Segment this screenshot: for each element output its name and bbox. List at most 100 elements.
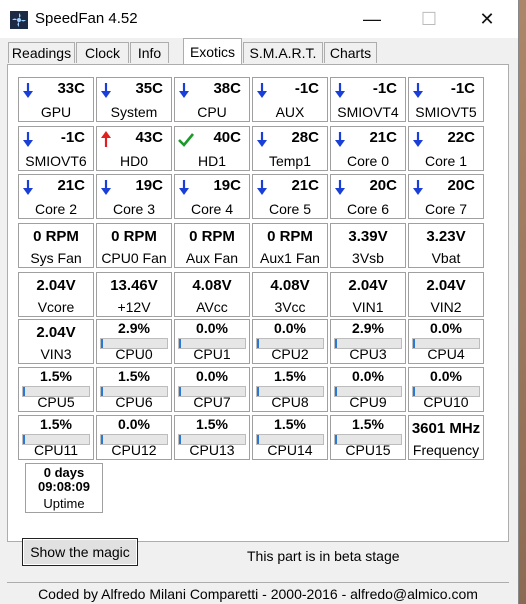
temp-label: System (110, 104, 158, 120)
temp-label: Core 7 (424, 201, 468, 217)
temp-value: 19C (213, 177, 241, 194)
temp-cell: 43C HD0 (96, 126, 172, 171)
temp-value: 35C (135, 80, 163, 97)
temp-cell: 19C Core 4 (174, 174, 250, 219)
arrow-down-icon (179, 83, 189, 98)
title-bar[interactable]: SpeedFan 4.52 — ☐ ✕ (0, 0, 518, 38)
maximize-button[interactable]: ☐ (400, 0, 458, 38)
temp-cell: 19C Core 3 (96, 174, 172, 219)
uptime-cell: 0 days 09:08:09 Uptime (25, 463, 103, 513)
temp-cell: 20C Core 7 (408, 174, 484, 219)
uptime-time: 09:08:09 (37, 479, 91, 494)
cpu-usage-value: 2.9% (118, 320, 150, 336)
cpu-usage-cell: 0.0% CPU12 (96, 415, 172, 460)
tab-charts[interactable]: Charts (324, 42, 377, 63)
checkmark-icon (178, 133, 194, 147)
temp-value: -1C (60, 129, 85, 146)
voltage-label: Vcore (37, 299, 75, 315)
cpu-usage-value: 0.0% (196, 368, 228, 384)
cpu-usage-label: CPU6 (115, 394, 153, 410)
cpu-usage-cell: 2.9% CPU0 (96, 319, 172, 364)
arrow-down-icon (413, 180, 423, 195)
voltage-value: 13.46V (110, 277, 158, 294)
temp-value: 40C (213, 129, 241, 146)
temp-cell: 22C Core 1 (408, 126, 484, 171)
voltage-label: +12V (117, 299, 151, 315)
arrow-down-icon (413, 132, 423, 147)
cpu-usage-cell: 1.5% CPU6 (96, 367, 172, 412)
cpu-usage-value: 0.0% (274, 320, 306, 336)
temp-value: 21C (57, 177, 85, 194)
fan-cell: 0 RPM Sys Fan (18, 223, 94, 268)
cpu-usage-label: CPU5 (37, 394, 75, 410)
fan-cell: 3.39V 3Vsb (330, 223, 406, 268)
temp-value: -1C (294, 80, 319, 97)
temp-value: 19C (135, 177, 163, 194)
cpu-usage-value: 1.5% (40, 368, 72, 384)
fan-label: Sys Fan (30, 250, 82, 266)
temp-cell: -1C SMIOVT4 (330, 77, 406, 122)
temp-cell: -1C AUX (252, 77, 328, 122)
uptime-label: Uptime (43, 496, 85, 511)
voltage-value: 4.08V (192, 277, 232, 294)
temp-label: Core 3 (112, 201, 156, 217)
temp-cell: 40C HD1 (174, 126, 250, 171)
footer-credits: Coded by Alfredo Milani Comparetti - 200… (7, 582, 509, 604)
temp-cell: 28C Temp1 (252, 126, 328, 171)
voltage-value: 2.04V (36, 277, 76, 294)
voltage-label: VIN3 (40, 346, 72, 362)
cpu-usage-value: 0.0% (196, 320, 228, 336)
cpu-usage-cell: 1.5% CPU13 (174, 415, 250, 460)
voltage-cell: 4.08V 3Vcc (252, 272, 328, 317)
arrow-down-icon (257, 83, 267, 98)
fan-value: 0 RPM (189, 228, 235, 245)
cpu-usage-label: CPU14 (267, 442, 313, 458)
frequency-label: Frequency (412, 442, 480, 458)
cpu-usage-value: 1.5% (352, 416, 384, 432)
cpu-usage-value: 2.9% (352, 320, 384, 336)
cpu-usage-label: CPU7 (193, 394, 231, 410)
temp-cell: 21C Core 5 (252, 174, 328, 219)
temp-value: -1C (450, 80, 475, 97)
temp-label: Core 5 (268, 201, 312, 217)
exotics-panel: 33C GPU 35C System 38C CPU -1C AUX -1C SMIOVT4 -1C… (7, 64, 509, 542)
minimize-button[interactable]: — (343, 0, 401, 38)
fan-icon (10, 11, 28, 29)
cpu-usage-label: CPU12 (111, 442, 157, 458)
temp-label: Core 1 (424, 153, 468, 169)
temp-label: Core 4 (190, 201, 234, 217)
cpu-usage-cell: 2.9% CPU3 (330, 319, 406, 364)
cpu-usage-value: 0.0% (430, 320, 462, 336)
voltage-cell: 2.04V VIN3 (18, 319, 94, 364)
fan-value: 0 RPM (267, 228, 313, 245)
voltage-cell: 13.46V +12V (96, 272, 172, 317)
close-button[interactable]: ✕ (458, 0, 516, 38)
temp-label: Temp1 (268, 153, 312, 169)
voltage-value: 2.04V (348, 277, 388, 294)
tab-smart[interactable]: S.M.A.R.T. (243, 42, 323, 63)
tab-info[interactable]: Info (130, 42, 169, 63)
tab-clock[interactable]: Clock (76, 42, 129, 63)
cpu-usage-label: CPU1 (193, 346, 231, 362)
frequency-value: 3601 MHz (411, 420, 481, 437)
temp-label: CPU (197, 104, 227, 120)
arrow-down-icon (335, 180, 345, 195)
temp-value: 22C (447, 129, 475, 146)
cpu-usage-label: CPU2 (271, 346, 309, 362)
arrow-down-icon (101, 180, 111, 195)
fan-cell: 0 RPM CPU0 Fan (96, 223, 172, 268)
cpu-usage-cell: 1.5% CPU14 (252, 415, 328, 460)
cpu-usage-label: CPU13 (189, 442, 235, 458)
tab-readings[interactable]: Readings (8, 42, 75, 63)
temp-value: 38C (213, 80, 241, 97)
voltage-cell: 2.04V VIN1 (330, 272, 406, 317)
temp-cell: 20C Core 6 (330, 174, 406, 219)
temp-cell: 33C GPU (18, 77, 94, 122)
arrow-down-icon (23, 132, 33, 147)
tab-exotics[interactable]: Exotics (183, 38, 242, 64)
cpu-usage-cell: 0.0% CPU10 (408, 367, 484, 412)
fan-value: 0 RPM (33, 228, 79, 245)
cpu-usage-cell: 0.0% CPU7 (174, 367, 250, 412)
cpu-usage-value: 1.5% (274, 416, 306, 432)
show-the-magic-button[interactable]: Show the magic (22, 538, 138, 566)
